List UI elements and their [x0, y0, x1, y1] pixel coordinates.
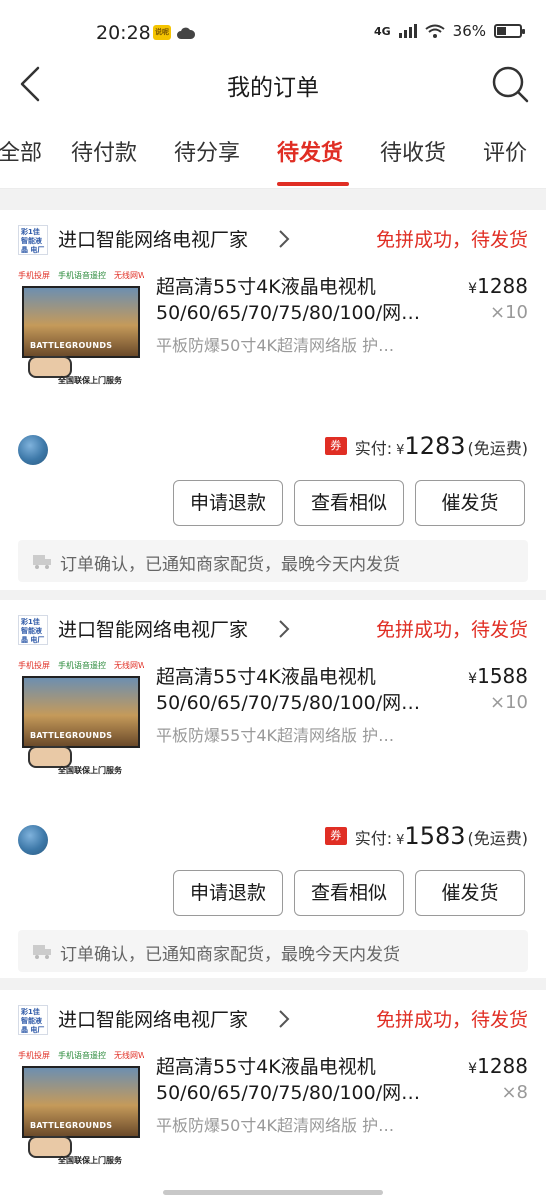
product-spec: 平板防爆50寸4K超清网络版 护…: [156, 1116, 395, 1135]
product-image[interactable]: 手机投屏手机语音遥控无线网WiFi BATTLEGROUNDS 全国联保上门服务: [18, 1048, 144, 1174]
refund-button[interactable]: 申请退款: [173, 480, 283, 526]
image-tags: 手机投屏手机语音遥控无线网WiFi: [18, 271, 144, 280]
shop-logo: 彩1佳 智能液晶 电厂家: [18, 225, 48, 255]
coupon-icon: 券: [324, 827, 347, 845]
tab-all[interactable]: 全部: [0, 135, 42, 167]
product-price: ¥1288: [468, 274, 528, 298]
cloud-icon: [177, 27, 196, 39]
shop-logo: 彩1佳 智能液晶 电厂家: [18, 615, 48, 645]
product-title[interactable]: 超高清55寸4K液晶电视机 50/60/65/70/75/80/100/网…: [156, 664, 456, 716]
app-notification-icon: 说呢: [153, 25, 171, 40]
chevron-right-icon[interactable]: [278, 228, 290, 250]
tv-screen: BATTLEGROUNDS: [22, 1066, 140, 1138]
product-title[interactable]: 超高清55寸4K液晶电视机 50/60/65/70/75/80/100/网…: [156, 1054, 456, 1106]
coupon-icon: 券: [324, 437, 347, 455]
product-title[interactable]: 超高清55寸4K液晶电视机 50/60/65/70/75/80/100/网…: [156, 274, 456, 326]
order-tabs: 全部 待付款 待分享 待发货 待收货 评价: [0, 107, 546, 189]
urge-shipment-button[interactable]: 催发货: [415, 480, 525, 526]
battery-icon: [494, 24, 525, 38]
chevron-right-icon[interactable]: [278, 1008, 290, 1030]
tv-screen: BATTLEGROUNDS: [22, 676, 140, 748]
tab-pending-shipment[interactable]: 待发货: [277, 135, 343, 167]
product-quantity: ×10: [490, 692, 528, 713]
search-icon[interactable]: [490, 64, 530, 104]
active-tab-indicator: [277, 182, 349, 186]
paid-amount: 1583: [404, 822, 466, 850]
view-similar-button[interactable]: 查看相似: [294, 480, 404, 526]
header: 我的订单: [0, 62, 546, 107]
avatar[interactable]: [18, 825, 48, 855]
order-card[interactable]: 彩1佳 智能液晶 电厂家 进口智能网络电视厂家 免拼成功，待发货 手机投屏手机语…: [0, 210, 546, 590]
order-status: 免拼成功，待发货: [375, 229, 528, 251]
paid-summary: 券 实付: ¥ 1283 (免运费): [324, 432, 528, 460]
wifi-icon: [425, 24, 445, 38]
order-notice: 订单确认，已通知商家配货，最晚今天内发货: [18, 540, 528, 582]
image-caption: 全国联保上门服务: [58, 766, 122, 775]
product-quantity: ×8: [501, 1082, 528, 1103]
order-notice: 订单确认，已通知商家配货，最晚今天内发货: [18, 930, 528, 972]
page-title: 我的订单: [227, 75, 319, 101]
status-time: 20:28: [96, 22, 151, 44]
chevron-right-icon[interactable]: [278, 618, 290, 640]
paid-amount: 1283: [404, 432, 466, 460]
tab-pending-payment[interactable]: 待付款: [71, 135, 137, 167]
order-card[interactable]: 彩1佳 智能液晶 电厂家 进口智能网络电视厂家 免拼成功，待发货 手机投屏手机语…: [0, 600, 546, 978]
tab-review[interactable]: 评价: [483, 135, 527, 167]
shop-logo: 彩1佳 智能液晶 电厂家: [18, 1005, 48, 1035]
status-right: 4G 36%: [373, 22, 525, 40]
order-status: 免拼成功，待发货: [375, 619, 528, 641]
product-spec: 平板防爆55寸4K超清网络版 护…: [156, 726, 395, 745]
image-tags: 手机投屏手机语音遥控无线网WiFi: [18, 1051, 144, 1060]
tv-screen: BATTLEGROUNDS: [22, 286, 140, 358]
product-image[interactable]: 手机投屏手机语音遥控无线网WiFi BATTLEGROUNDS 全国联保上门服务: [18, 268, 144, 394]
image-caption: 全国联保上门服务: [58, 376, 122, 385]
signal-icon: [398, 24, 417, 38]
home-indicator[interactable]: [163, 1190, 383, 1195]
status-bar: 20:28 说呢 4G 36%: [0, 0, 546, 62]
image-tags: 手机投屏手机语音遥控无线网WiFi: [18, 661, 144, 670]
battery-percent: 36%: [452, 22, 486, 40]
product-spec: 平板防爆50寸4K超清网络版 护…: [156, 336, 395, 355]
tab-pending-share[interactable]: 待分享: [174, 135, 240, 167]
product-quantity: ×10: [490, 302, 528, 323]
truck-icon: [33, 945, 51, 959]
view-similar-button[interactable]: 查看相似: [294, 870, 404, 916]
paid-summary: 券 实付: ¥ 1583 (免运费): [324, 822, 528, 850]
order-card[interactable]: 彩1佳 智能液晶 电厂家 进口智能网络电视厂家 免拼成功，待发货 手机投屏手机语…: [0, 990, 546, 1200]
network-label: 4G: [373, 24, 391, 38]
shop-name[interactable]: 进口智能网络电视厂家: [58, 1005, 248, 1032]
urge-shipment-button[interactable]: 催发货: [415, 870, 525, 916]
battery-fill: [497, 27, 506, 35]
shop-name[interactable]: 进口智能网络电视厂家: [58, 615, 248, 642]
shop-name[interactable]: 进口智能网络电视厂家: [58, 225, 248, 252]
product-image[interactable]: 手机投屏手机语音遥控无线网WiFi BATTLEGROUNDS 全国联保上门服务: [18, 658, 144, 784]
product-price: ¥1288: [468, 1054, 528, 1078]
product-price: ¥1588: [468, 664, 528, 688]
tab-pending-receipt[interactable]: 待收货: [380, 135, 446, 167]
order-status: 免拼成功，待发货: [375, 1009, 528, 1031]
image-caption: 全国联保上门服务: [58, 1156, 122, 1165]
refund-button[interactable]: 申请退款: [173, 870, 283, 916]
avatar[interactable]: [18, 435, 48, 465]
truck-icon: [33, 555, 51, 569]
